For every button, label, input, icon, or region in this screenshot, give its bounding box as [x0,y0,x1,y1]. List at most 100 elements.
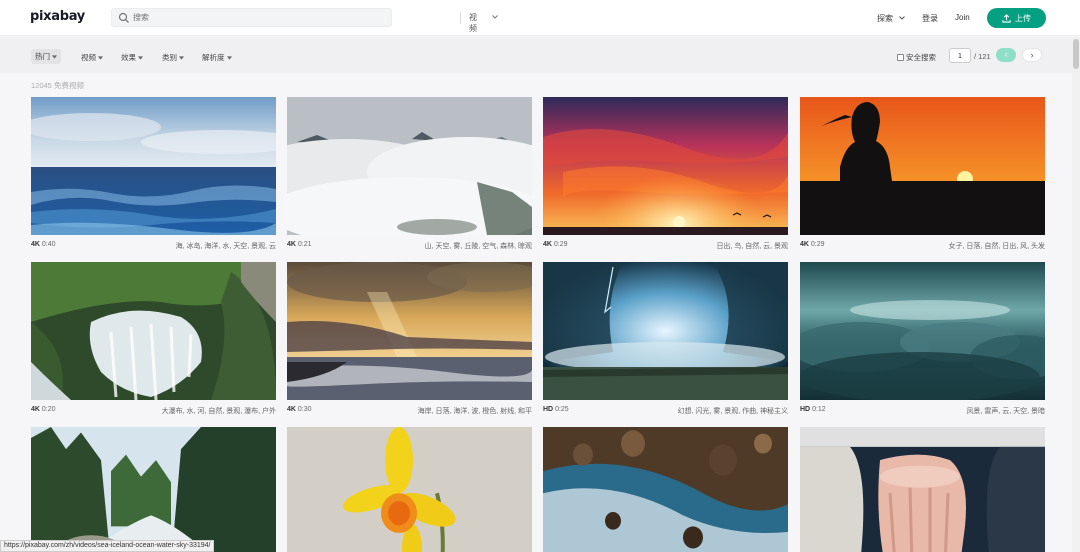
search-type-select[interactable]: 视频 [469,12,477,34]
hands-washing-image [800,427,1045,552]
caret-down-icon [138,55,143,60]
video-card[interactable]: 4K 0:40 海, 冰岛, 海洋, 水, 天空, 景观, 云 [31,97,276,253]
video-quality-duration: 4K 0:30 [287,406,312,413]
daffodil-flower-image [287,427,532,552]
video-tags[interactable]: 海岸, 日落, 海洋, 波, 橙色, 射线, 和平 [418,406,532,416]
coast-sunset-image [287,262,532,400]
ocean-waves-image [31,97,276,235]
safe-search-toggle[interactable]: 安全搜索 [897,52,936,63]
filter-label: 视频 [81,53,96,62]
video-meta: 4K 0:29 日出, 鸟, 自然, 云, 景观 [543,239,788,253]
video-thumbnail[interactable] [31,262,276,400]
video-quality-duration: HD 0:12 [800,406,826,413]
scrollbar-thumb[interactable] [1073,39,1079,69]
mountain-river-forest-image [31,427,276,552]
video-card[interactable]: 4K 0:21 山, 天空, 雾, 丘陵, 空气, 森林, 晾观 [287,97,532,253]
cloudy-mountains-image [287,97,532,235]
video-meta: 4K 0:40 海, 冰岛, 海洋, 水, 天空, 景观, 云 [31,239,276,253]
join-link[interactable]: Join [955,13,970,22]
filter-label: 热门 [35,52,50,61]
safe-search-label: 安全搜索 [906,53,936,62]
video-tags[interactable]: 幻想, 闪光, 雾, 景观, 作曲, 神秘主义 [678,406,788,416]
search-divider [460,12,461,24]
video-thumbnail[interactable] [800,427,1045,552]
video-quality-duration: 4K 0:29 [800,241,825,248]
video-thumbnail[interactable] [800,97,1045,235]
caret-down-icon [98,55,103,60]
video-tags[interactable]: 大瀑布, 水, 河, 自然, 景观, 瀑布, 户外 [162,406,276,416]
video-card[interactable] [800,427,1045,552]
filter-label: 效果 [121,53,136,62]
video-meta: HD 0:12 风景, 雷声, 云, 天空, 景暗 [800,404,1045,418]
top-header: pixabay 视频 探索 登录 Join 上传 [0,0,1080,36]
video-tags[interactable]: 女子, 日落, 自然, 日出, 风, 头发 [949,241,1045,251]
video-thumbnail[interactable] [543,427,788,552]
video-thumbnail[interactable] [543,262,788,400]
video-meta: 4K 0:21 山, 天空, 雾, 丘陵, 空气, 森林, 晾观 [287,239,532,253]
result-count: 12045 免费视频 [31,81,84,90]
video-card[interactable] [31,427,276,552]
video-tags[interactable]: 风景, 雷声, 云, 天空, 景暗 [966,406,1045,416]
upload-button[interactable]: 上传 [987,8,1046,28]
login-link[interactable]: 登录 [922,13,938,24]
filter-category[interactable]: 类别 [162,52,184,63]
video-thumbnail[interactable] [31,427,276,552]
video-card[interactable]: 4K 0:20 大瀑布, 水, 河, 自然, 景观, 瀑布, 户外 [31,262,276,418]
woman-sunset-silhouette-image [800,97,1045,235]
search-icon [118,12,129,23]
upload-label: 上传 [1015,13,1031,23]
video-thumbnail[interactable] [543,97,788,235]
video-thumbnail[interactable] [287,427,532,552]
page-scrollbar[interactable] [1072,37,1080,552]
storm-clouds-image [800,262,1045,400]
caret-down-icon [52,54,57,59]
link-status-bar: https://pixabay.com/zh/videos/sea-icelan… [0,540,215,552]
safe-search-checkbox[interactable] [897,54,904,61]
prev-page-button[interactable]: ‹ [996,48,1016,62]
video-tags[interactable]: 海, 冰岛, 海洋, 水, 天空, 景观, 云 [176,241,276,251]
video-card[interactable] [543,427,788,552]
next-page-button[interactable]: › [1022,48,1042,62]
video-card[interactable]: 4K 0:29 女子, 日落, 自然, 日出, 风, 头发 [800,97,1045,253]
video-card[interactable] [287,427,532,552]
video-thumbnail[interactable] [800,262,1045,400]
video-meta: 4K 0:29 女子, 日落, 自然, 日出, 风, 头发 [800,239,1045,253]
video-thumbnail[interactable] [287,262,532,400]
page-number-input[interactable]: 1 [949,48,971,63]
video-tags[interactable]: 日出, 鸟, 自然, 云, 景观 [716,241,788,251]
video-card[interactable]: HD 0:25 幻想, 闪光, 雾, 景观, 作曲, 神秘主义 [543,262,788,418]
video-quality-duration: 4K 0:20 [31,406,56,413]
video-card[interactable]: 4K 0:29 日出, 鸟, 自然, 云, 景观 [543,97,788,253]
chevron-down-icon[interactable] [491,13,499,21]
filter-label: 解析度 [202,53,225,62]
upload-icon [1002,13,1011,23]
video-meta: 4K 0:20 大瀑布, 水, 河, 自然, 景观, 瀑布, 户外 [31,404,276,418]
waterfall-image [31,262,276,400]
video-card[interactable]: 4K 0:30 海岸, 日落, 海洋, 波, 橙色, 射线, 和平 [287,262,532,418]
video-meta: 4K 0:30 海岸, 日落, 海洋, 波, 橙色, 射线, 和平 [287,404,532,418]
video-quality-duration: HD 0:25 [543,406,569,413]
video-quality-duration: 4K 0:40 [31,241,56,248]
caret-down-icon [226,55,232,60]
video-tags[interactable]: 山, 天空, 雾, 丘陵, 空气, 森林, 晾观 [425,241,532,251]
filter-label: 类别 [162,53,177,62]
explore-chevron-icon[interactable] [898,14,906,22]
video-thumbnail[interactable] [31,97,276,235]
sunrise-birds-image [543,97,788,235]
search-input[interactable] [133,10,343,25]
filter-resolution[interactable]: 解析度 [202,52,232,63]
filter-effects[interactable]: 效果 [121,52,143,63]
explore-menu[interactable]: 探索 [877,13,893,24]
video-meta: HD 0:25 幻想, 闪光, 雾, 景观, 作曲, 神秘主义 [543,404,788,418]
filter-popular[interactable]: 热门 [31,49,61,64]
video-quality-duration: 4K 0:21 [287,241,312,248]
search-bar[interactable]: 视频 [111,8,498,33]
video-quality-duration: 4K 0:29 [543,241,568,248]
page-total: / 121 [974,52,991,61]
pixabay-logo[interactable]: pixabay [30,9,85,24]
video-thumbnail[interactable] [287,97,532,235]
fantasy-cave-image [543,262,788,400]
rocky-shore-aerial-image [543,427,788,552]
video-card[interactable]: HD 0:12 风景, 雷声, 云, 天空, 景暗 [800,262,1045,418]
filter-video[interactable]: 视频 [81,52,103,63]
